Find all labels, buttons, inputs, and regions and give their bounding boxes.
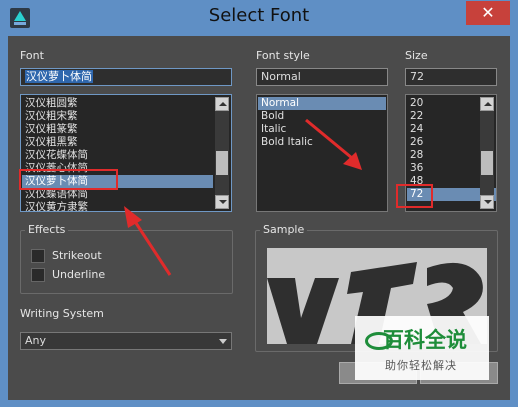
watermark-badge: 百科全说 助你轻松解决	[355, 316, 489, 380]
select-font-window: Select Font ✕ Font 汉仪萝卜体简 汉仪粗圆繁 汉仪粗宋繁 汉仪…	[0, 0, 518, 407]
annotation-arrow-size	[305, 118, 353, 160]
annotation-arrow-font	[132, 219, 172, 276]
watermark-subtitle: 助你轻松解决	[385, 359, 457, 372]
watermark-title: 百科全说	[383, 328, 467, 352]
annotation-arrowhead-font	[124, 206, 142, 228]
